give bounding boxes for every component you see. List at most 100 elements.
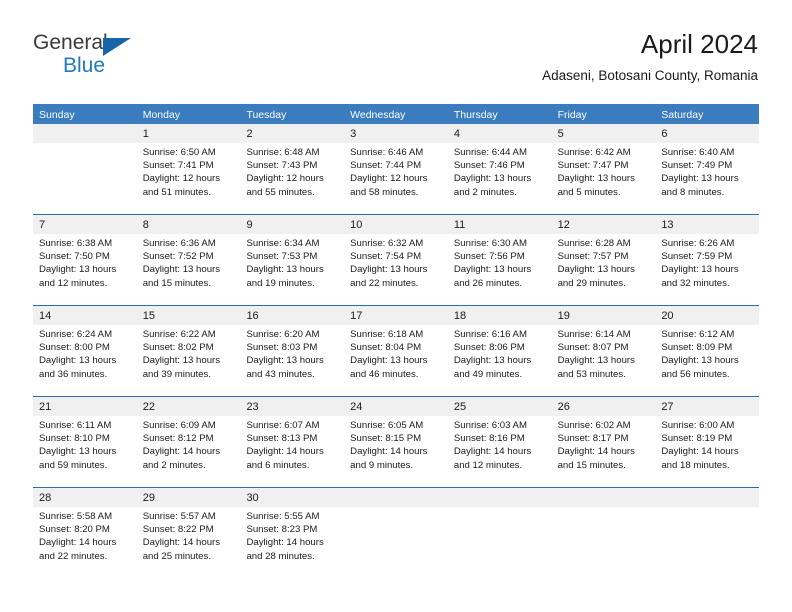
sunset-text: Sunset: 8:04 PM xyxy=(350,342,422,354)
calendar-week-row: 14 15 16 17 18 19 20 Sunrise: 6:24 AM Su… xyxy=(33,305,759,396)
day-cell[interactable]: Sunrise: 6:14 AM Sunset: 8:07 PM Dayligh… xyxy=(552,325,656,396)
weekday-header-tuesday: Tuesday xyxy=(246,109,287,121)
day-number[interactable] xyxy=(33,124,137,143)
day-cell[interactable]: Sunrise: 6:42 AM Sunset: 7:47 PM Dayligh… xyxy=(552,143,656,214)
daylight-text: Daylight: 13 hours and 53 minutes. xyxy=(557,355,635,380)
day-cell[interactable]: Sunrise: 6:18 AM Sunset: 8:04 PM Dayligh… xyxy=(344,325,448,396)
sunrise-text: Sunrise: 5:58 AM xyxy=(39,511,113,522)
day-cell[interactable]: Sunrise: 6:44 AM Sunset: 7:46 PM Dayligh… xyxy=(448,143,552,214)
sunrise-text: Sunrise: 6:09 AM xyxy=(142,420,216,431)
day-cell[interactable]: Sunrise: 6:20 AM Sunset: 8:03 PM Dayligh… xyxy=(240,325,344,396)
day-number[interactable] xyxy=(552,488,656,507)
week-detail-band: Sunrise: 6:11 AM Sunset: 8:10 PM Dayligh… xyxy=(33,416,759,487)
daylight-text: Daylight: 13 hours and 15 minutes. xyxy=(142,264,221,289)
day-cell[interactable]: Sunrise: 5:57 AM Sunset: 8:22 PM Dayligh… xyxy=(137,507,241,578)
day-number[interactable] xyxy=(344,488,448,507)
day-number[interactable]: 23 xyxy=(240,397,344,416)
sunset-text: Sunset: 8:17 PM xyxy=(557,433,629,445)
day-number[interactable]: 19 xyxy=(552,306,656,325)
day-number[interactable]: 30 xyxy=(240,488,344,507)
day-cell[interactable]: Sunrise: 6:28 AM Sunset: 7:57 PM Dayligh… xyxy=(552,234,656,305)
day-number[interactable]: 12 xyxy=(552,215,656,234)
day-number[interactable]: 27 xyxy=(655,397,759,416)
sunset-text: Sunset: 8:12 PM xyxy=(142,433,214,445)
day-number[interactable]: 3 xyxy=(344,124,448,143)
day-cell[interactable]: Sunrise: 6:46 AM Sunset: 7:44 PM Dayligh… xyxy=(344,143,448,214)
calendar-week-row: 28 29 30 Sunrise: 5:58 AM Sunset: 8:20 P… xyxy=(33,487,759,578)
sunrise-text: Sunrise: 6:03 AM xyxy=(453,420,527,431)
day-cell[interactable]: Sunrise: 6:26 AM Sunset: 7:59 PM Dayligh… xyxy=(655,234,759,305)
day-cell[interactable]: Sunrise: 6:30 AM Sunset: 7:56 PM Dayligh… xyxy=(448,234,552,305)
day-cell[interactable] xyxy=(344,507,448,578)
calendar-week-row: 1 2 3 4 5 6 Sunrise: 6:50 AM Sunset: 7:4… xyxy=(33,124,759,214)
day-number[interactable]: 17 xyxy=(344,306,448,325)
daylight-text: Daylight: 13 hours and 56 minutes. xyxy=(661,355,739,380)
daylight-text: Daylight: 13 hours and 46 minutes. xyxy=(350,355,428,380)
day-number[interactable]: 26 xyxy=(552,397,656,416)
day-cell[interactable]: Sunrise: 6:48 AM Sunset: 7:43 PM Dayligh… xyxy=(240,143,344,214)
day-cell[interactable]: Sunrise: 6:50 AM Sunset: 7:41 PM Dayligh… xyxy=(137,143,241,214)
day-cell[interactable]: Sunrise: 6:36 AM Sunset: 7:52 PM Dayligh… xyxy=(137,234,241,305)
day-number[interactable]: 25 xyxy=(448,397,552,416)
day-cell[interactable]: Sunrise: 6:40 AM Sunset: 7:49 PM Dayligh… xyxy=(655,143,759,214)
day-cell[interactable]: Sunrise: 6:11 AM Sunset: 8:10 PM Dayligh… xyxy=(33,416,137,487)
day-cell[interactable]: Sunrise: 6:00 AM Sunset: 8:19 PM Dayligh… xyxy=(655,416,759,487)
daylight-text: Daylight: 13 hours and 43 minutes. xyxy=(246,355,324,380)
day-cell[interactable] xyxy=(33,143,137,214)
day-number[interactable]: 10 xyxy=(344,215,448,234)
day-cell[interactable]: Sunrise: 6:03 AM Sunset: 8:16 PM Dayligh… xyxy=(448,416,552,487)
day-cell[interactable]: Sunrise: 6:02 AM Sunset: 8:17 PM Dayligh… xyxy=(552,416,656,487)
day-number[interactable]: 20 xyxy=(655,306,759,325)
sunrise-text: Sunrise: 6:34 AM xyxy=(246,238,320,249)
day-number[interactable] xyxy=(448,488,552,507)
sunset-text: Sunset: 8:19 PM xyxy=(661,433,733,445)
day-cell[interactable]: Sunrise: 6:34 AM Sunset: 7:53 PM Dayligh… xyxy=(240,234,344,305)
day-number[interactable]: 11 xyxy=(448,215,552,234)
day-number[interactable]: 4 xyxy=(448,124,552,143)
day-cell[interactable]: Sunrise: 6:09 AM Sunset: 8:12 PM Dayligh… xyxy=(137,416,241,487)
day-number[interactable]: 5 xyxy=(552,124,656,143)
weekday-header-monday: Monday xyxy=(142,109,181,121)
day-number[interactable]: 7 xyxy=(33,215,137,234)
day-number[interactable]: 1 xyxy=(137,124,241,143)
day-cell[interactable]: Sunrise: 6:16 AM Sunset: 8:06 PM Dayligh… xyxy=(448,325,552,396)
day-number[interactable]: 24 xyxy=(344,397,448,416)
day-cell[interactable] xyxy=(655,507,759,578)
week-date-number-band: 1 2 3 4 5 6 xyxy=(33,124,759,143)
day-cell[interactable]: Sunrise: 6:07 AM Sunset: 8:13 PM Dayligh… xyxy=(240,416,344,487)
page-header: General Blue April 2024 Adaseni, Botosan… xyxy=(33,28,758,94)
day-cell[interactable]: Sunrise: 6:24 AM Sunset: 8:00 PM Dayligh… xyxy=(33,325,137,396)
day-number[interactable]: 14 xyxy=(33,306,137,325)
day-number[interactable]: 13 xyxy=(655,215,759,234)
sunrise-text: Sunrise: 6:40 AM xyxy=(661,147,735,158)
day-cell[interactable]: Sunrise: 5:58 AM Sunset: 8:20 PM Dayligh… xyxy=(33,507,137,578)
day-number[interactable] xyxy=(655,488,759,507)
day-number[interactable]: 21 xyxy=(33,397,137,416)
day-cell[interactable]: Sunrise: 6:05 AM Sunset: 8:15 PM Dayligh… xyxy=(344,416,448,487)
day-number[interactable]: 6 xyxy=(655,124,759,143)
day-cell[interactable]: Sunrise: 5:55 AM Sunset: 8:23 PM Dayligh… xyxy=(240,507,344,578)
day-cell[interactable]: Sunrise: 6:32 AM Sunset: 7:54 PM Dayligh… xyxy=(344,234,448,305)
day-number[interactable]: 15 xyxy=(137,306,241,325)
day-number[interactable]: 22 xyxy=(137,397,241,416)
day-cell[interactable]: Sunrise: 6:12 AM Sunset: 8:09 PM Dayligh… xyxy=(655,325,759,396)
day-cell[interactable] xyxy=(448,507,552,578)
day-number[interactable]: 29 xyxy=(137,488,241,507)
day-number[interactable]: 28 xyxy=(33,488,137,507)
day-cell[interactable]: Sunrise: 6:38 AM Sunset: 7:50 PM Dayligh… xyxy=(33,234,137,305)
day-number[interactable]: 8 xyxy=(137,215,241,234)
day-cell[interactable] xyxy=(552,507,656,578)
sunrise-text: Sunrise: 6:38 AM xyxy=(39,238,113,249)
sunrise-text: Sunrise: 6:16 AM xyxy=(453,329,527,340)
daylight-text: Daylight: 14 hours and 9 minutes. xyxy=(350,446,428,471)
day-cell[interactable]: Sunrise: 6:22 AM Sunset: 8:02 PM Dayligh… xyxy=(137,325,241,396)
daylight-text: Daylight: 13 hours and 36 minutes. xyxy=(39,355,117,380)
day-number[interactable]: 18 xyxy=(448,306,552,325)
day-number[interactable]: 2 xyxy=(240,124,344,143)
general-blue-logo[interactable]: General Blue xyxy=(33,32,203,88)
day-number[interactable]: 9 xyxy=(240,215,344,234)
day-number[interactable]: 16 xyxy=(240,306,344,325)
daylight-text: Daylight: 12 hours and 51 minutes. xyxy=(142,173,221,198)
daylight-text: Daylight: 13 hours and 5 minutes. xyxy=(557,173,635,198)
sunrise-text: Sunrise: 6:46 AM xyxy=(350,147,424,158)
